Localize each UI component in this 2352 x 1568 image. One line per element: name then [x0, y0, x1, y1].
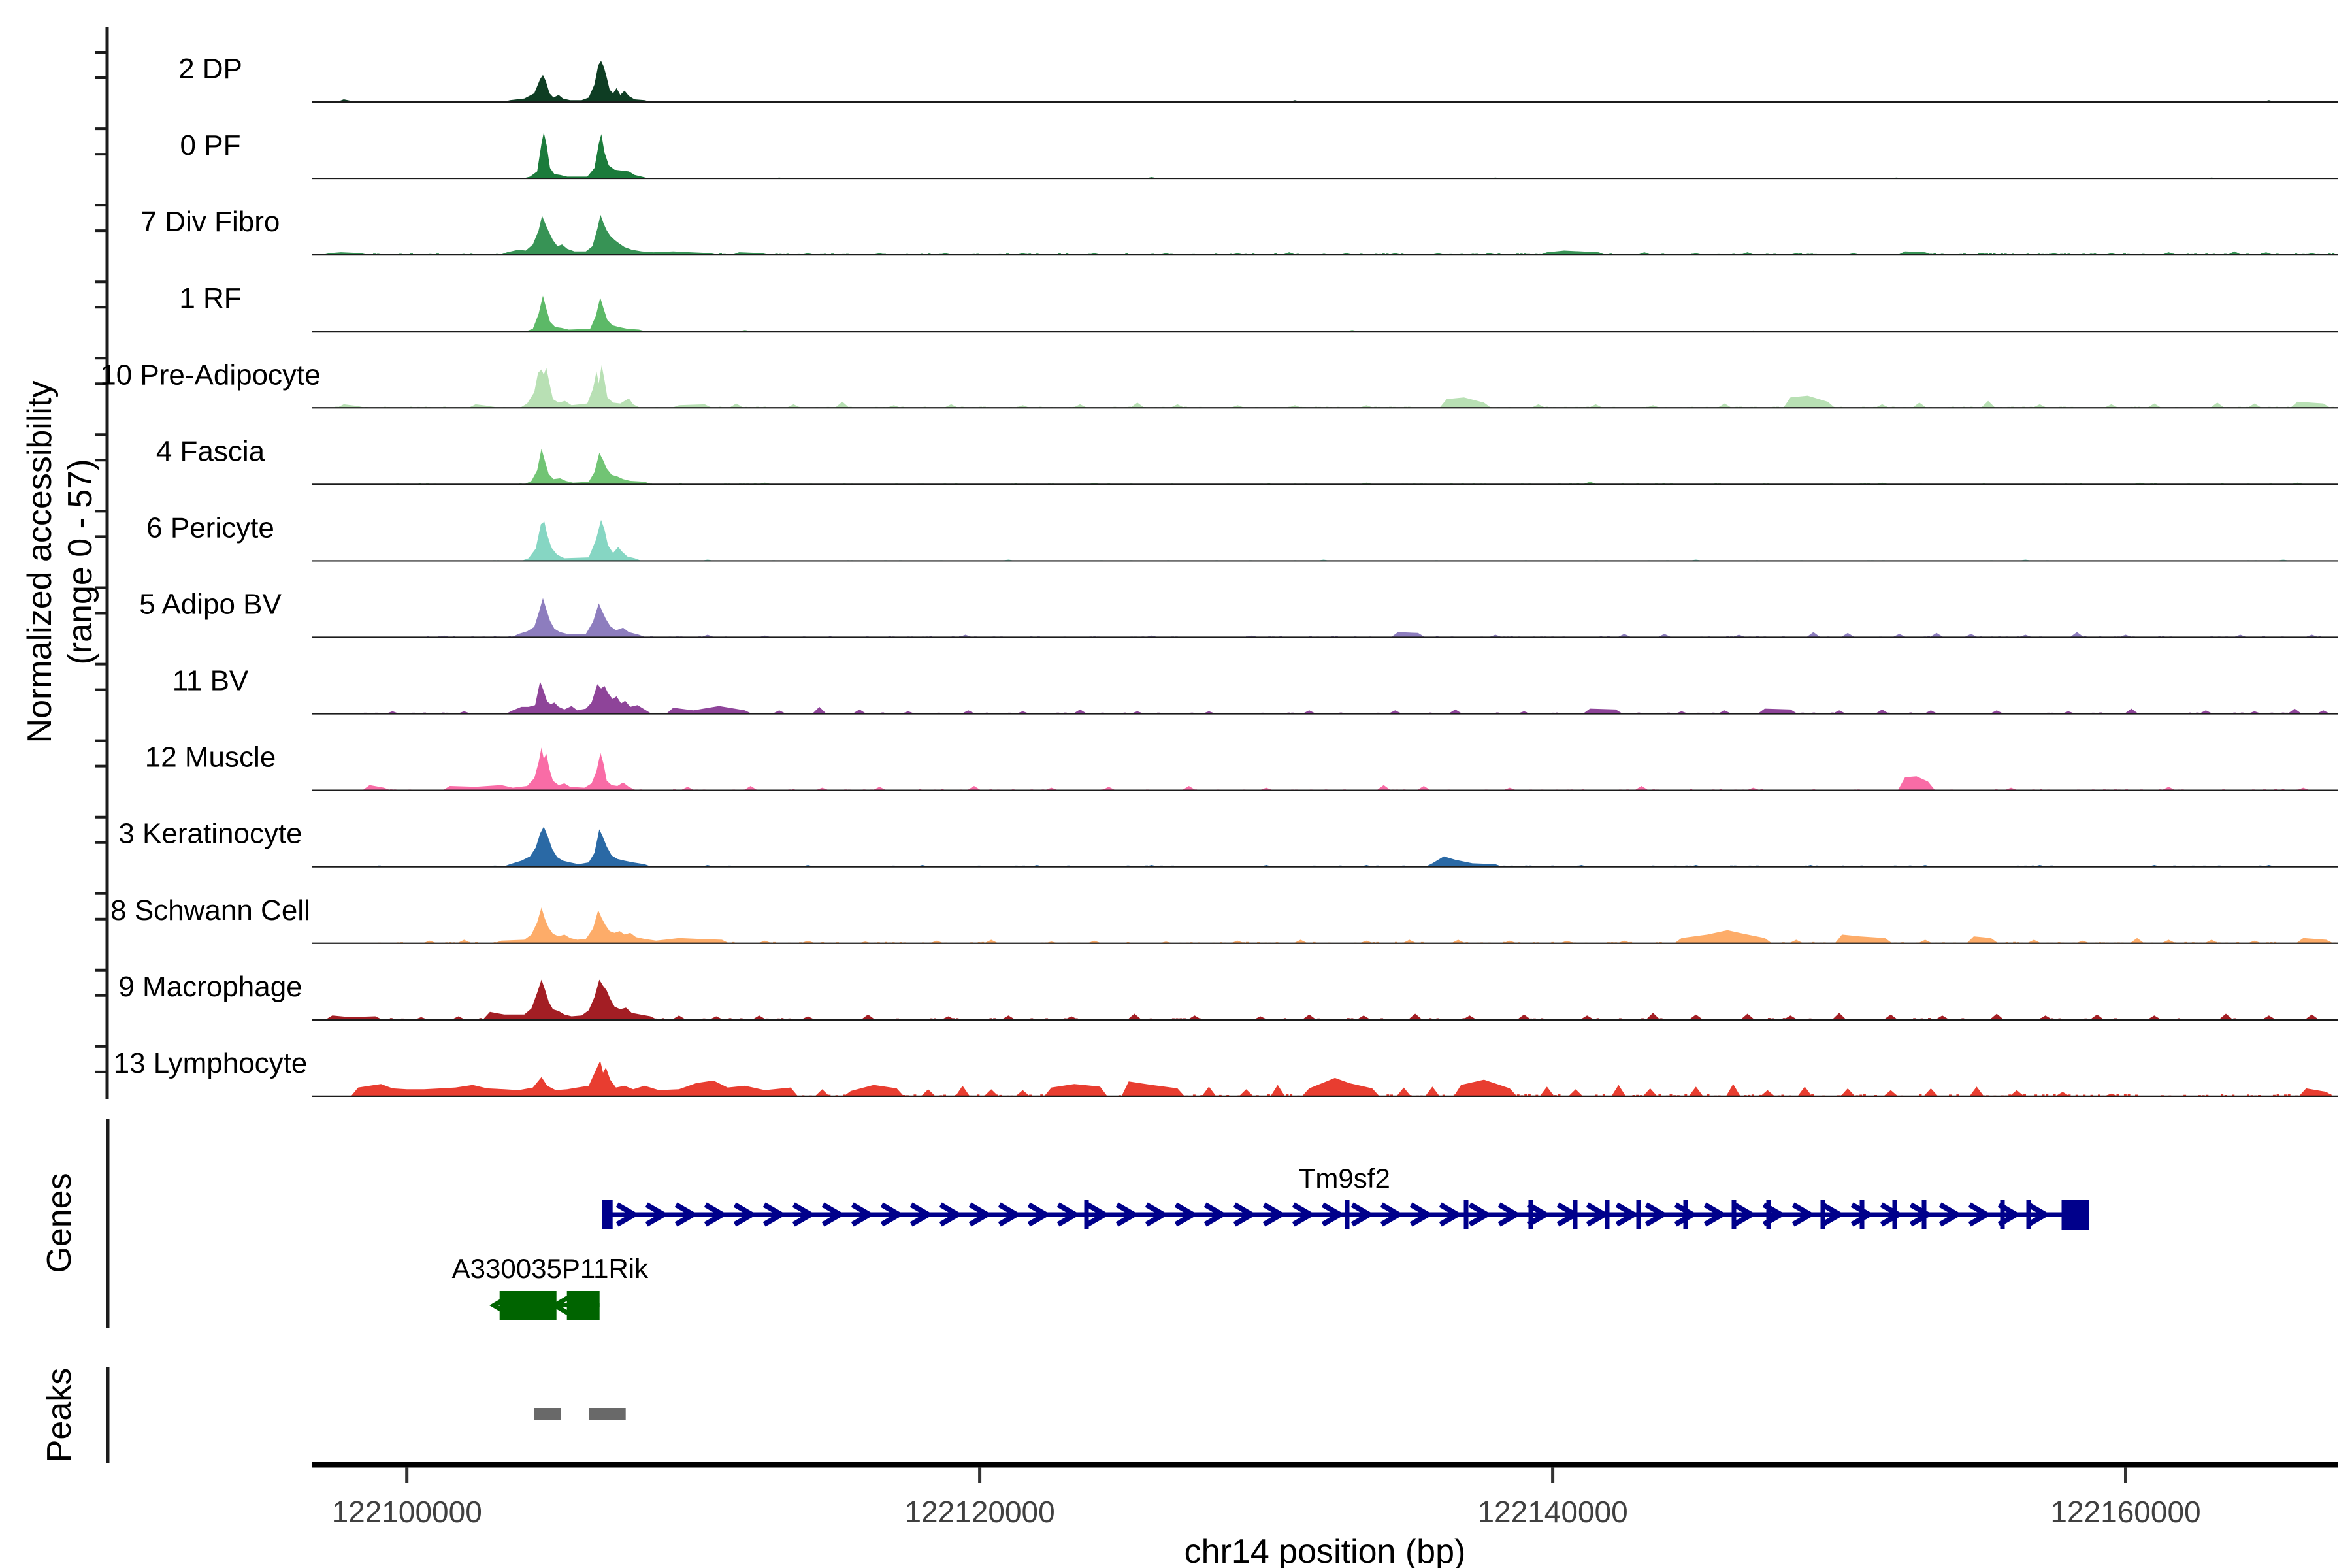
track-row: 11 BV: [172, 665, 2338, 714]
track-signal: [351, 1060, 2333, 1096]
gene-exon: [1922, 1200, 1927, 1229]
gene-exon: [1464, 1200, 1469, 1229]
gene-exon: [567, 1291, 600, 1320]
track-signal: [336, 365, 2330, 408]
track-row: 7 Div Fibro: [141, 206, 2338, 255]
gene-label: Tm9sf2: [1299, 1163, 1390, 1194]
y-axis-title-line2: (range 0 - 57): [61, 459, 99, 664]
gene-end-exon: [2062, 1200, 2089, 1230]
gene-exon: [1637, 1200, 1641, 1229]
track-row: 0 PF: [180, 129, 2338, 178]
track-signal: [526, 296, 2076, 332]
gene-exon: [1732, 1200, 1737, 1229]
gene-model: A330035P11Rik: [452, 1253, 649, 1320]
gene-exon: [1605, 1200, 1610, 1229]
track-label: 9 Macrophage: [118, 971, 302, 1003]
track-signal: [525, 449, 2305, 485]
track-label: 4 Fascia: [156, 435, 265, 467]
x-tick-label: 122100000: [332, 1495, 482, 1529]
x-axis-title: chr14 position (bp): [1184, 1533, 1466, 1568]
figure-svg: Normalized accessibility (range 0 - 57) …: [0, 0, 2352, 1568]
gene-exon: [1345, 1200, 1350, 1229]
track-row: 6 Pericyte: [146, 512, 2338, 561]
gene-exon: [1085, 1200, 1089, 1229]
y-axis-title-line1: Normalized accessibility: [21, 381, 59, 743]
tracks-layer: 2 DP 0 PF 7 Div Fibro 1 RF 10 Pre-Adipocyte 4…: [100, 53, 2338, 1096]
gene-exon: [1860, 1200, 1865, 1229]
gene-label: A330035P11Rik: [452, 1253, 649, 1284]
peak-region: [534, 1408, 561, 1420]
gene-exon: [1821, 1200, 1825, 1229]
gene-exon: [1529, 1200, 1533, 1229]
track-row: 13 Lymphocyte: [114, 1047, 2338, 1096]
track-row: 10 Pre-Adipocyte: [100, 359, 2338, 408]
track-signal: [336, 61, 2276, 102]
gene-exon: [1684, 1200, 1688, 1229]
peaks-section-label: Peaks: [41, 1368, 78, 1463]
track-label: 6 Pericyte: [146, 512, 274, 544]
x-tick-label: 122160000: [2050, 1495, 2200, 1529]
track-signal: [325, 980, 2319, 1020]
track-label: 7 Div Fibro: [141, 206, 280, 238]
track-signal: [437, 598, 2319, 638]
track-label: 11 BV: [172, 665, 249, 697]
track-signal: [322, 215, 2319, 255]
gene-exon: [2001, 1200, 2005, 1229]
track-row: 3 Keratinocyte: [118, 818, 2338, 867]
x-tick-label: 122140000: [1477, 1495, 1627, 1529]
track-row: 4 Fascia: [156, 435, 2338, 484]
x-tick-label: 122120000: [904, 1495, 1054, 1529]
track-label: 13 Lymphocyte: [114, 1047, 308, 1079]
coverage-plot-figure: Normalized accessibility (range 0 - 57) …: [0, 0, 2352, 1568]
genes-section-label: Genes: [41, 1173, 78, 1273]
gene-exon: [500, 1291, 557, 1320]
track-signal: [523, 132, 2219, 178]
track-label: 3 Keratinocyte: [118, 818, 302, 850]
gene-exon: [1893, 1200, 1897, 1229]
track-row: 12 Muscle: [145, 742, 2338, 791]
track-label: 0 PF: [180, 129, 241, 161]
track-row: 2 DP: [178, 53, 2338, 102]
peaks-layer: [534, 1408, 626, 1420]
gene-exon: [1573, 1200, 1578, 1229]
track-signal: [423, 907, 2334, 943]
track-signal: [521, 520, 2291, 561]
track-signal: [503, 826, 2276, 866]
track-label: 8 Schwann Cell: [110, 894, 310, 926]
track-row: 8 Schwann Cell: [110, 894, 2338, 943]
gene-start-exon: [602, 1200, 613, 1229]
peak-region: [589, 1408, 626, 1420]
x-axis: 122100000 122120000 122140000 122160000: [312, 1465, 2338, 1529]
gene-exon: [1767, 1200, 1771, 1229]
track-row: 5 Adipo BV: [139, 589, 2338, 638]
gene-exon: [2027, 1200, 2031, 1229]
track-label: 10 Pre-Adipocyte: [100, 359, 321, 391]
track-row: 1 RF: [179, 282, 2338, 331]
track-signal: [385, 681, 2330, 713]
track-row: 9 Macrophage: [118, 971, 2338, 1020]
track-label: 5 Adipo BV: [139, 589, 282, 621]
gene-model: Tm9sf2: [602, 1163, 2089, 1230]
track-signal: [363, 747, 2311, 790]
track-label: 12 Muscle: [145, 742, 276, 774]
track-label: 1 RF: [179, 282, 241, 314]
track-label: 2 DP: [178, 53, 242, 85]
genes-layer: Tm9sf2 A330035P11Rik: [452, 1163, 2089, 1320]
